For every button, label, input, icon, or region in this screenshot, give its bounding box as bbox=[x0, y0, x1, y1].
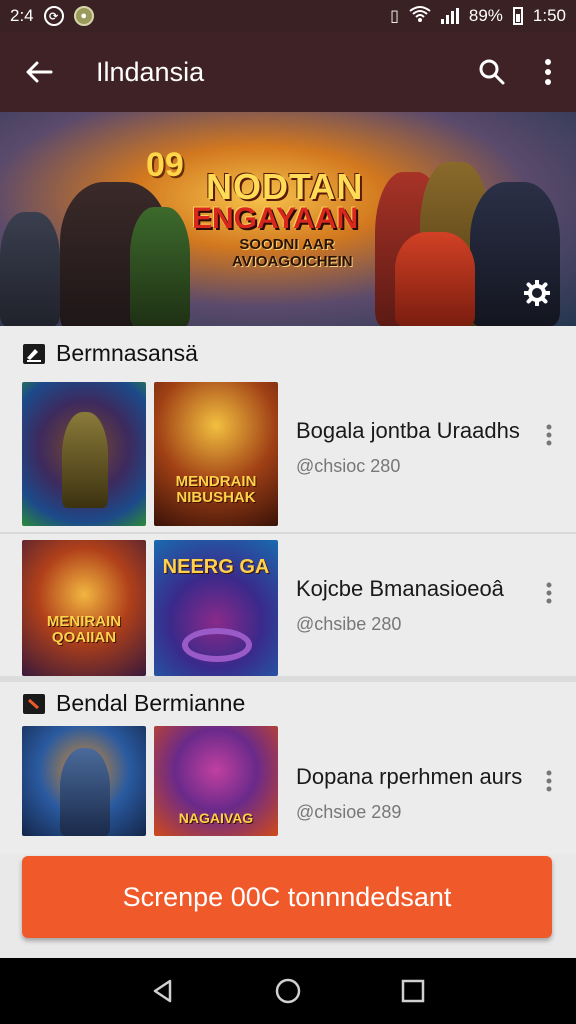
nav-home-icon bbox=[275, 978, 301, 1004]
list-item[interactable]: MENDRAIN NIBUSHAK Bogala jontba Uraadhs … bbox=[0, 382, 576, 530]
status-time-left: 2:4 bbox=[10, 6, 34, 25]
list-item[interactable]: NAGAIVAG Dopana rperhmen aurs @chsioe 28… bbox=[0, 726, 576, 836]
item-more-button[interactable] bbox=[537, 420, 561, 450]
game-thumbnail: NEERG GA bbox=[154, 540, 278, 676]
item-more-button[interactable] bbox=[537, 578, 561, 608]
signal-icon bbox=[440, 8, 459, 24]
section-icon bbox=[22, 693, 46, 715]
nav-back-icon bbox=[153, 979, 171, 1003]
app-bar: Ilndansia bbox=[0, 32, 576, 112]
game-thumbnail bbox=[22, 382, 146, 526]
wifi-icon bbox=[409, 5, 431, 28]
divider bbox=[0, 676, 576, 682]
banner-logo-line2: ENGAYAAN bbox=[192, 202, 359, 235]
divider bbox=[0, 532, 576, 534]
section-icon bbox=[22, 343, 46, 365]
more-vert-icon bbox=[546, 582, 552, 604]
page-title: Ilndansia bbox=[96, 56, 205, 87]
sync-icon: ⟳ bbox=[43, 6, 64, 26]
section-title-1: Bermnasansä bbox=[56, 340, 198, 366]
battery-percent: 89% bbox=[468, 6, 503, 25]
battery-icon bbox=[512, 7, 523, 25]
status-bar: 2:4 ⟳ ● ▯ 89% 1:50 bbox=[0, 0, 576, 32]
more-vert-icon bbox=[546, 770, 552, 792]
thumbnail-caption: NAGAIVAG bbox=[178, 810, 254, 826]
thumbnail-caption: NEERG GA bbox=[162, 556, 270, 578]
item-meta: @chsioe 289 bbox=[296, 802, 402, 822]
section-title-2: Bendal Bermianne bbox=[56, 690, 246, 716]
section-header-1: Bermnasansä bbox=[22, 340, 198, 367]
back-arrow-icon bbox=[26, 61, 53, 83]
banner-logo-line3: SOODNI AAR AVIOAGOICHEIN bbox=[232, 236, 353, 270]
system-nav-bar bbox=[0, 958, 576, 1024]
section-header-2: Bendal Bermianne bbox=[22, 690, 245, 717]
vibrate-icon: ▯ bbox=[390, 8, 399, 25]
app-notification-icon: ● bbox=[73, 6, 94, 26]
hero-figure-green bbox=[130, 207, 190, 326]
game-thumbnail bbox=[22, 726, 146, 836]
nav-recents-button[interactable] bbox=[383, 961, 443, 1021]
banner-settings-button[interactable] bbox=[522, 278, 552, 308]
nav-home-button[interactable] bbox=[258, 961, 318, 1021]
nav-recents-icon bbox=[402, 979, 425, 1003]
game-thumbnail: MENIRAIN QOAIIAN bbox=[22, 540, 146, 676]
game-thumbnail: NAGAIVAG bbox=[154, 726, 278, 836]
list-item[interactable]: MENIRAIN QOAIIAN NEERG GA Kojcbe Bmanasi… bbox=[0, 540, 576, 676]
item-more-button[interactable] bbox=[537, 766, 561, 796]
featured-banner[interactable]: 09 NODTAN ENGAYAAN SOODNI AAR AVIOAGOICH… bbox=[0, 112, 576, 326]
thumbnail-caption: MENIRAIN QOAIIAN bbox=[46, 613, 122, 646]
search-icon bbox=[479, 59, 505, 85]
banner-number: 09 bbox=[146, 146, 184, 184]
hero-figure-center bbox=[395, 232, 475, 326]
thumbnail-caption: MENDRAIN NIBUSHAK bbox=[175, 473, 257, 506]
game-thumbnail: MENDRAIN NIBUSHAK bbox=[154, 382, 278, 526]
item-meta: @chsioc 280 bbox=[296, 456, 401, 476]
search-button[interactable] bbox=[464, 32, 520, 112]
back-button[interactable] bbox=[0, 32, 78, 112]
item-meta: @chsibe 280 bbox=[296, 614, 402, 634]
item-name: Kojcbe Bmanasioeoâ bbox=[296, 576, 504, 601]
content-list: Bermnasansä MENDRAIN NIBUSHAK Bogala jon… bbox=[0, 326, 576, 854]
more-vert-icon bbox=[546, 424, 552, 446]
nav-back-button[interactable] bbox=[133, 961, 193, 1021]
item-name: Dopana rperhmen aurs bbox=[296, 764, 523, 789]
overflow-menu-button[interactable] bbox=[520, 32, 576, 112]
item-name: Bogala jontba Uraadhs bbox=[296, 418, 520, 443]
hero-figure-far-left bbox=[0, 212, 60, 326]
more-vert-icon bbox=[545, 59, 551, 85]
status-clock: 1:50 bbox=[532, 6, 566, 25]
gear-icon bbox=[524, 280, 550, 306]
primary-action-button[interactable]: Screnpe 00C tonnndedsant bbox=[22, 856, 552, 938]
